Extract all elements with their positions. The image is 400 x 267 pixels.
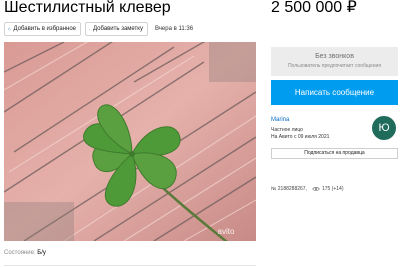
divider [4,265,256,266]
add-note-button[interactable]: Добавить заметку [85,22,148,36]
note-icon [89,28,90,30]
add-to-favorites-label: Добавить в избранное [13,26,76,32]
ad-number: № 2188288267, [271,186,307,192]
heart-icon [8,27,11,31]
listing-date: Вчера в 11:36 [155,26,194,32]
add-note-label: Добавить заметку [93,26,143,32]
seller-since: На Авито с 09 июля 2021 [271,134,330,140]
subscribe-seller-button[interactable]: Подписаться на продавца [271,148,398,159]
listing-price: 2 500 000 ₽ [271,0,357,16]
view-count: 175 (+14) [321,186,344,192]
add-to-favorites-button[interactable]: Добавить в избранное [4,22,81,36]
condition-value: Б/у [37,250,46,256]
listing-photo[interactable]: avito [4,42,256,241]
avatar[interactable]: Ю [372,116,396,140]
seller-type: Частное лицо [271,127,303,133]
listing-title: Шестилистный клевер [4,0,171,16]
no-calls-box: Без звонков Пользователь предпочитает со… [271,47,398,76]
eye-icon [312,187,320,191]
listing-meta: № 2188288267, 175 (+14) [271,186,344,192]
no-calls-subtitle: Пользователь предпочитает сообщения [287,63,382,69]
no-calls-title: Без звонков [315,53,354,60]
clover-photo: avito [4,42,256,241]
condition: Состояние: Б/у [4,250,46,257]
seller-name[interactable]: Marina [271,117,289,124]
write-message-button[interactable]: Написать сообщение [271,80,398,105]
condition-label: Состояние: [4,250,36,256]
photo-watermark: avito [218,227,235,236]
